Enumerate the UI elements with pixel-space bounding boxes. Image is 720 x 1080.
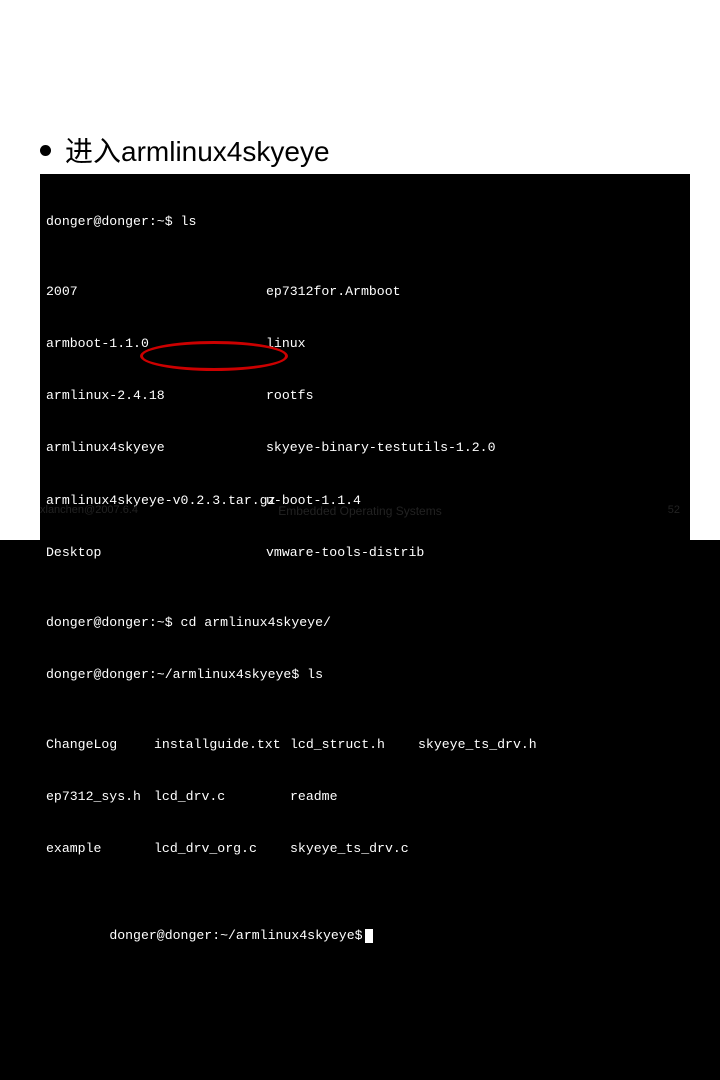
ls2-row-0: ChangeLog installguide.txt lcd_struct.h … <box>46 736 684 753</box>
ls1-row-1: armboot-1.1.0 linux <box>46 335 684 352</box>
ls2-0-a: ChangeLog <box>46 736 154 753</box>
ls1-0-b: ep7312for.Armboot <box>266 283 506 300</box>
bullet-2-link[interactable]: installguide. txt <box>65 1046 250 1078</box>
ls1-3-b: skyeye-binary-testutils-1.2.0 <box>266 439 506 456</box>
ls2-1-c: readme <box>290 788 418 805</box>
ls2-row-1: ep7312_sys.h lcd_drv.c readme <box>46 788 684 805</box>
term-line: donger@donger:~$ cd armlinux4skyeye/ <box>46 614 684 631</box>
content-area: 进入armlinux4skyeye donger@donger:~$ ls 20… <box>40 130 680 1080</box>
ls1-3-a: armlinux4skyeye <box>46 439 266 456</box>
ls1-row-2: armlinux-2.4.18 rootfs <box>46 387 684 404</box>
term-line: donger@donger:~/armlinux4skyeye$ ls <box>46 666 684 683</box>
footer-page-number: 52 <box>668 504 680 516</box>
bullet-2: installguide. txt <box>40 1046 680 1078</box>
ls2-1-b: lcd_drv.c <box>154 788 290 805</box>
footer: xlanchen@2007.6.4 Embedded Operating Sys… <box>40 504 680 516</box>
ls2-1-d <box>418 788 684 805</box>
ls1-2-b: rootfs <box>266 387 506 404</box>
ls2-0-c: lcd_struct.h <box>290 736 418 753</box>
ls1-row-0: 2007 ep7312for.Armboot <box>46 283 684 300</box>
footer-left: xlanchen@2007.6.4 <box>40 504 138 516</box>
ls2-2-c: skyeye_ts_drv.c <box>290 840 418 857</box>
slide: 进入armlinux4skyeye donger@donger:~$ ls 20… <box>0 0 720 540</box>
bullet-1-text: 进入armlinux4skyeye <box>65 130 330 170</box>
footer-center: Embedded Operating Systems <box>278 504 441 518</box>
ls2-0-d: skyeye_ts_drv.h <box>418 736 684 753</box>
ls1-1-a: armboot-1.1.0 <box>46 335 266 352</box>
bullet-dot-icon <box>40 145 51 156</box>
ls1-0-a: 2007 <box>46 283 266 300</box>
ls1-5-b: vmware-tools-distrib <box>266 544 506 561</box>
ls1-1-b: linux <box>266 335 506 352</box>
term-line: donger@donger:~$ ls <box>46 213 684 230</box>
terminal-block: donger@donger:~$ ls 2007 ep7312for.Armbo… <box>40 174 690 1038</box>
bullet-dot-icon <box>40 1056 51 1067</box>
ls2-row-2: example lcd_drv_org.c skyeye_ts_drv.c <box>46 840 684 857</box>
ls2-2-a: example <box>46 840 154 857</box>
term-prompt: donger@donger:~/armlinux4skyeye$ <box>109 928 362 943</box>
ls2-1-a: ep7312_sys.h <box>46 788 154 805</box>
ls1-2-a: armlinux-2.4.18 <box>46 387 266 404</box>
ls1-row-3: armlinux4skyeye skyeye-binary-testutils-… <box>46 439 684 456</box>
ls1-row-5: Desktop vmware-tools-distrib <box>46 544 684 561</box>
ls2-2-b: lcd_drv_org.c <box>154 840 290 857</box>
ls1-5-a: Desktop <box>46 544 266 561</box>
cursor-icon <box>365 929 373 943</box>
ls2-2-d <box>418 840 684 857</box>
term-prompt-line: donger@donger:~/armlinux4skyeye$ <box>46 910 684 962</box>
bullet-1: 进入armlinux4skyeye <box>40 130 680 170</box>
ls2-0-b: installguide.txt <box>154 736 290 753</box>
